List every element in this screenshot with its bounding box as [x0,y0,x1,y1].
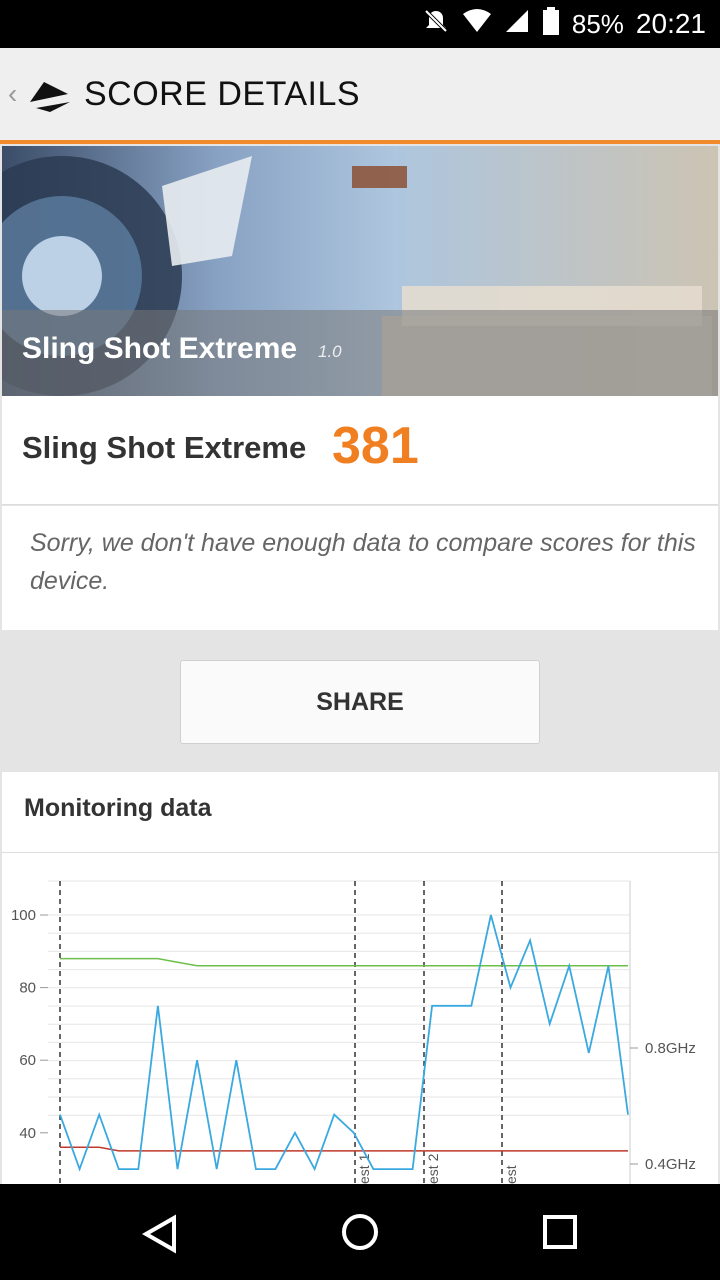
y-tick-label: 40 [19,1125,36,1142]
share-button[interactable]: SHARE [180,660,540,744]
battery-percent: 85% [571,8,624,39]
app-bar: ‹ SCORE DETAILS [0,48,720,144]
test-marker-label: est [503,1165,519,1184]
status-bar: 85% 20:21 [0,0,720,48]
score-card: Sling Shot Extreme 381 [2,396,718,505]
y-tick-label: 100 [11,907,36,924]
battery-icon [542,6,560,42]
banner-title: Sling Shot Extreme [22,332,298,365]
nav-home-icon[interactable] [340,1212,380,1257]
navigation-bar [0,1184,720,1280]
test-marker-label: est 1 [356,1153,372,1184]
banner-version: 1.0 [318,342,342,361]
back-chevron-icon[interactable]: ‹ [8,78,24,110]
monitoring-header: Monitoring data [2,772,718,853]
clock: 20:21 [635,8,706,39]
test-marker-label: est 2 [425,1153,441,1184]
monitoring-chart: 100 80 60 40 0.8GHz 0.4GHz est 1 est 2 est [2,853,718,1184]
app-logo[interactable] [28,72,72,116]
series-line [60,957,628,967]
benchmark-banner: Sling Shot Extreme 1.0 [2,146,718,396]
nav-back-icon[interactable] [140,1214,180,1259]
signal-icon [504,8,530,41]
comparison-message: Sorry, we don't have enough data to comp… [30,529,696,595]
nav-recents-icon[interactable] [542,1214,578,1255]
y-tick-label: 60 [19,1052,36,1069]
monitoring-chart-svg: 100 80 60 40 0.8GHz 0.4GHz est 1 est 2 est [11,880,696,1184]
page-title: SCORE DETAILS [84,74,361,113]
comparison-message-card: Sorry, we don't have enough data to comp… [2,506,718,630]
score-value: 381 [332,417,419,475]
series-line [60,1146,628,1152]
score-name: Sling Shot Extreme [22,430,307,465]
wifi-icon [462,8,492,41]
monitoring-title: Monitoring data [24,794,212,822]
y-tick-label: 80 [19,980,36,997]
notifications-off-icon [422,7,450,42]
y-right-tick-label: 0.4GHz [645,1156,696,1173]
y-right-tick-label: 0.8GHz [645,1040,696,1057]
